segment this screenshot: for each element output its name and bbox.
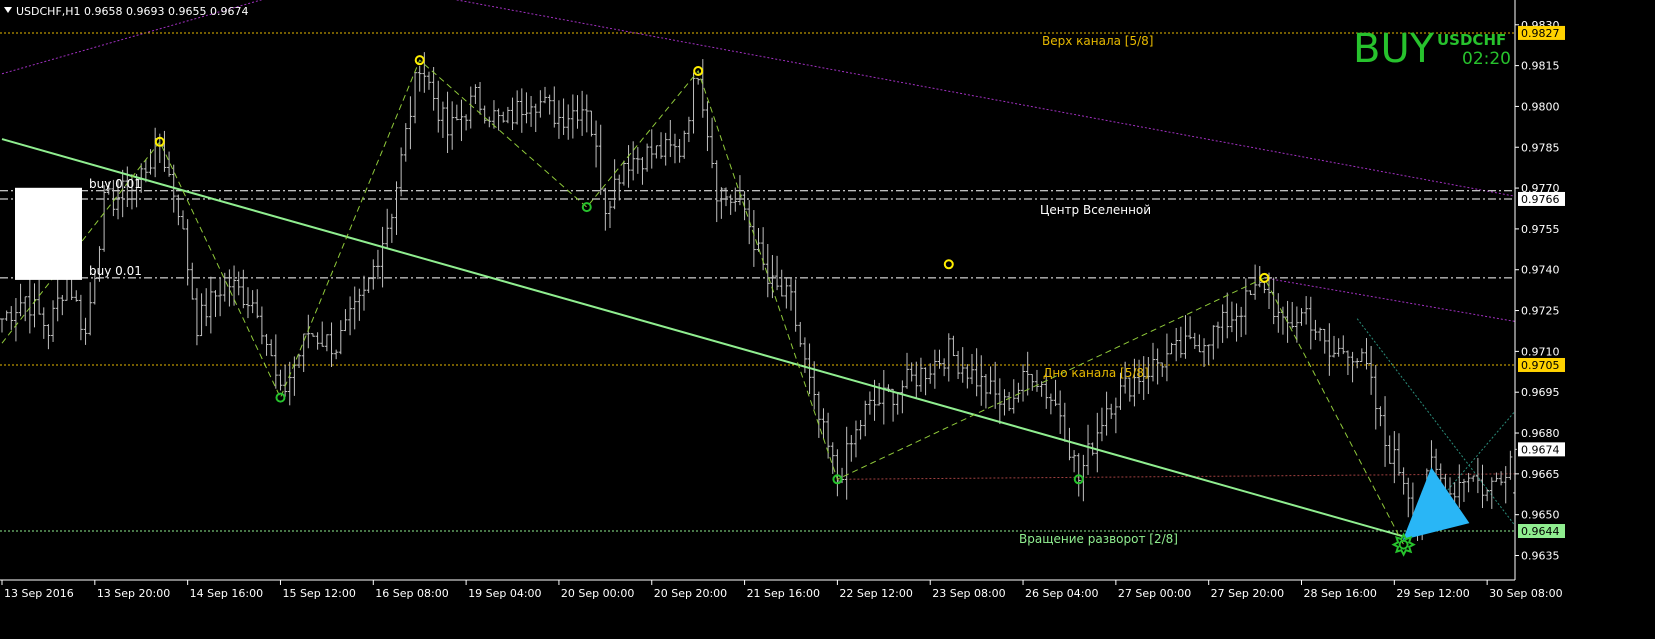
y-tick-label: 0.9815 (1521, 60, 1560, 73)
order-label: buy 0.01 (89, 264, 142, 278)
x-tick-label: 26 Sep 04:00 (1025, 587, 1098, 600)
x-tick-label: 29 Sep 12:00 (1396, 587, 1469, 600)
price-box-label: 0.9827 (1521, 27, 1560, 40)
level-label: Верх канала [5/8] (1042, 34, 1153, 48)
x-tick-label: 30 Sep 08:00 (1489, 587, 1562, 600)
order-box[interactable] (15, 187, 82, 280)
level-label: Центр Вселенной (1040, 203, 1151, 217)
order-label: buy 0.01 (89, 177, 142, 191)
y-tick-label: 0.9725 (1521, 305, 1560, 318)
price-chart[interactable]: 0.98300.98150.98000.97850.97700.97550.97… (0, 0, 1655, 639)
y-tick-label: 0.9665 (1521, 468, 1560, 481)
level-label: Вращение разворот [2/8] (1019, 532, 1178, 546)
x-tick-label: 20 Sep 00:00 (561, 587, 634, 600)
x-tick-label: 20 Sep 20:00 (654, 587, 727, 600)
price-box-label: 0.9705 (1521, 359, 1560, 372)
price-box-label: 0.9674 (1521, 443, 1560, 456)
y-tick-label: 0.9800 (1521, 100, 1560, 113)
x-tick-label: 13 Sep 2016 (4, 587, 74, 600)
level-label: Дно канала [5/8] (1043, 366, 1149, 380)
x-tick-label: 27 Sep 20:00 (1211, 587, 1284, 600)
y-tick-label: 0.9635 (1521, 550, 1560, 563)
y-tick-label: 0.9680 (1521, 427, 1560, 440)
signal-action: BUY (1353, 26, 1435, 72)
price-box-label: 0.9644 (1521, 525, 1560, 538)
x-tick-label: 19 Sep 04:00 (468, 587, 541, 600)
y-tick-label: 0.9785 (1521, 141, 1560, 154)
x-tick-label: 15 Sep 12:00 (282, 587, 355, 600)
y-tick-label: 0.9740 (1521, 264, 1560, 277)
y-tick-label: 0.9650 (1521, 509, 1560, 522)
y-tick-label: 0.9710 (1521, 345, 1560, 358)
x-tick-label: 28 Sep 16:00 (1304, 587, 1377, 600)
x-tick-label: 21 Sep 16:00 (747, 587, 820, 600)
signal-symbol: USDCHF (1437, 31, 1506, 49)
x-tick-label: 13 Sep 20:00 (97, 587, 170, 600)
x-tick-label: 23 Sep 08:00 (932, 587, 1005, 600)
signal-time: 02:20 (1462, 49, 1511, 69)
x-tick-label: 22 Sep 12:00 (839, 587, 912, 600)
y-tick-label: 0.9695 (1521, 386, 1560, 399)
symbol-info: USDCHF,H1 0.9658 0.9693 0.9655 0.9674 (16, 5, 249, 18)
y-tick-label: 0.9755 (1521, 223, 1560, 236)
x-tick-label: 16 Sep 08:00 (375, 587, 448, 600)
price-box-label: 0.9766 (1521, 193, 1560, 206)
x-tick-label: 14 Sep 16:00 (190, 587, 263, 600)
x-tick-label: 27 Sep 00:00 (1118, 587, 1191, 600)
